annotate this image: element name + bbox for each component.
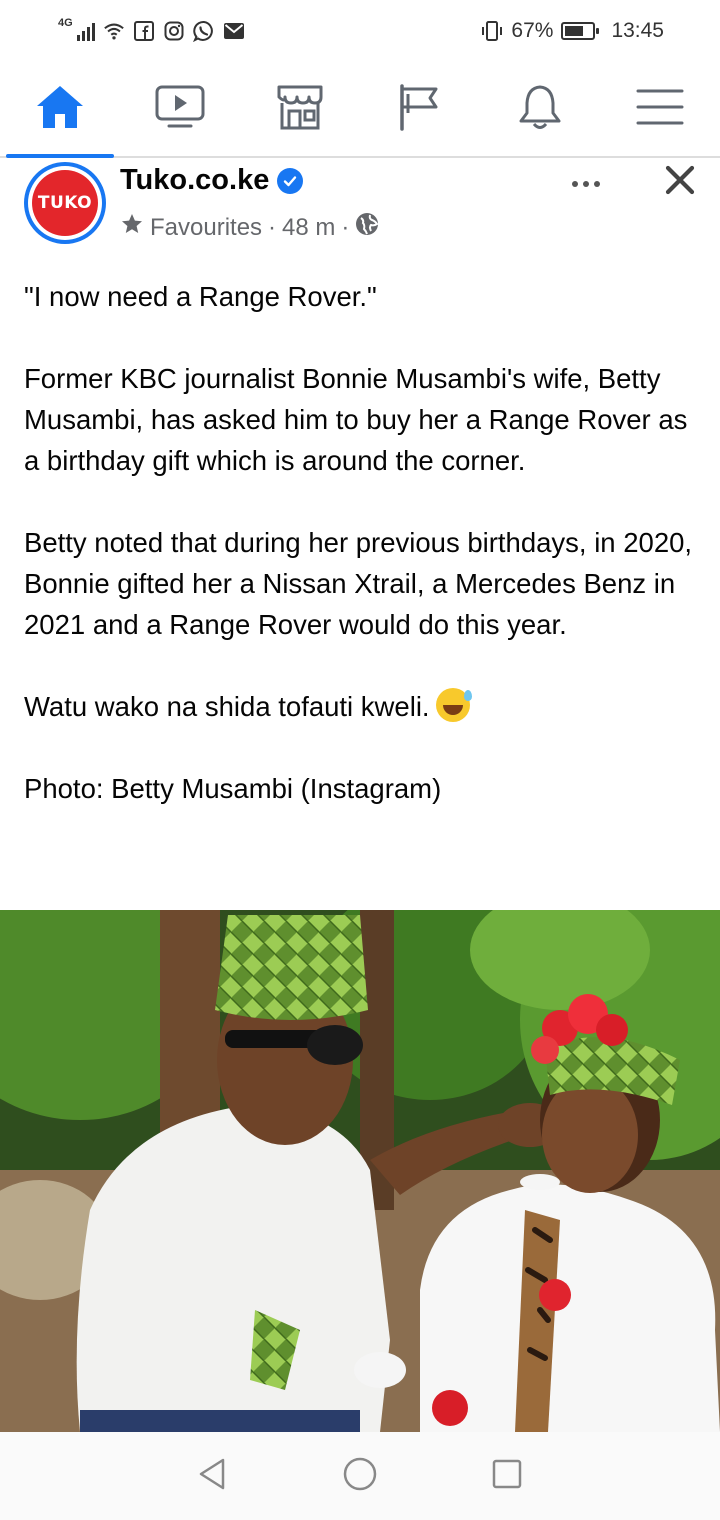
notifications-bell-icon xyxy=(514,83,566,136)
post-paragraph-4-text: Watu wako na shida tofauti kweli. xyxy=(24,691,430,722)
post-paragraph-3: Betty noted that during her previous bir… xyxy=(24,527,693,640)
home-circle-icon xyxy=(342,1456,378,1497)
home-icon xyxy=(34,83,86,136)
close-icon xyxy=(664,164,696,201)
post-paragraph-5: Photo: Betty Musambi (Instagram) xyxy=(24,773,442,804)
post-paragraph-1: "I now need a Range Rover." xyxy=(24,281,377,312)
battery-percent: 67% xyxy=(511,19,554,42)
vibrate-icon xyxy=(481,20,503,42)
avatar-logo-text: TUKO xyxy=(32,170,98,236)
top-nav-bar xyxy=(0,62,720,158)
post-paragraph-2: Former KBC journalist Bonnie Musambi's w… xyxy=(24,363,688,476)
tab-menu[interactable] xyxy=(600,62,720,156)
battery-icon xyxy=(561,22,600,40)
menu-icon xyxy=(634,83,686,136)
page-name-link[interactable]: Tuko.co.ke xyxy=(120,164,304,197)
post-text: "I now need a Range Rover." Former KBC j… xyxy=(24,276,700,809)
post-time[interactable]: 48 m xyxy=(282,214,335,242)
clock: 13:45 xyxy=(611,19,664,42)
watch-icon xyxy=(154,83,206,136)
home-button[interactable] xyxy=(330,1446,390,1506)
instagram-icon xyxy=(163,20,185,42)
meta-separator: · xyxy=(268,213,277,241)
close-button[interactable] xyxy=(658,160,702,204)
wifi-icon xyxy=(103,20,125,42)
back-icon xyxy=(197,1457,229,1496)
tab-notifications[interactable] xyxy=(480,62,600,156)
post-photo[interactable] xyxy=(0,910,720,1432)
post-paragraph-4: Watu wako na shida tofauti kweli. xyxy=(24,686,700,727)
whatsapp-icon xyxy=(192,20,215,42)
tab-watch[interactable] xyxy=(120,62,240,156)
status-left: 4G xyxy=(58,17,245,42)
tab-marketplace[interactable] xyxy=(240,62,360,156)
post-header: TUKO Tuko.co.ke Favourites · 48 m · xyxy=(0,158,720,258)
status-bar: 4G 67% 13:45 xyxy=(0,0,720,62)
dot-icon xyxy=(583,181,589,187)
marketplace-icon xyxy=(274,83,326,136)
avatar[interactable]: TUKO xyxy=(24,162,106,244)
tab-home[interactable] xyxy=(0,62,120,158)
signal-icon xyxy=(76,21,95,41)
post-meta: Favourites · 48 m · xyxy=(120,212,379,243)
dot-icon xyxy=(572,181,578,187)
audience-label: Favourites xyxy=(150,213,263,241)
page-name: Tuko.co.ke xyxy=(120,164,270,196)
photo-illustration xyxy=(0,910,720,1432)
avatar-ring: TUKO xyxy=(28,166,102,240)
grinning-sweat-emoji-icon xyxy=(435,688,472,722)
dot-icon xyxy=(594,181,600,187)
verified-badge-icon xyxy=(277,167,304,194)
battery-fill xyxy=(565,26,583,36)
back-button[interactable] xyxy=(183,1446,243,1506)
globe-icon xyxy=(355,212,379,243)
star-icon xyxy=(120,212,144,243)
network-type: 4G xyxy=(58,17,73,29)
android-navigation-bar xyxy=(0,1432,720,1520)
recents-button[interactable] xyxy=(477,1446,537,1506)
tab-pages[interactable] xyxy=(360,62,480,156)
facebook-icon xyxy=(133,20,155,42)
mail-icon xyxy=(223,20,245,42)
status-right: 67% 13:45 xyxy=(481,19,664,43)
meta-separator-2: · xyxy=(341,213,350,241)
recents-square-icon xyxy=(491,1458,523,1495)
more-options-button[interactable] xyxy=(566,166,606,202)
pages-flag-icon xyxy=(394,83,446,136)
